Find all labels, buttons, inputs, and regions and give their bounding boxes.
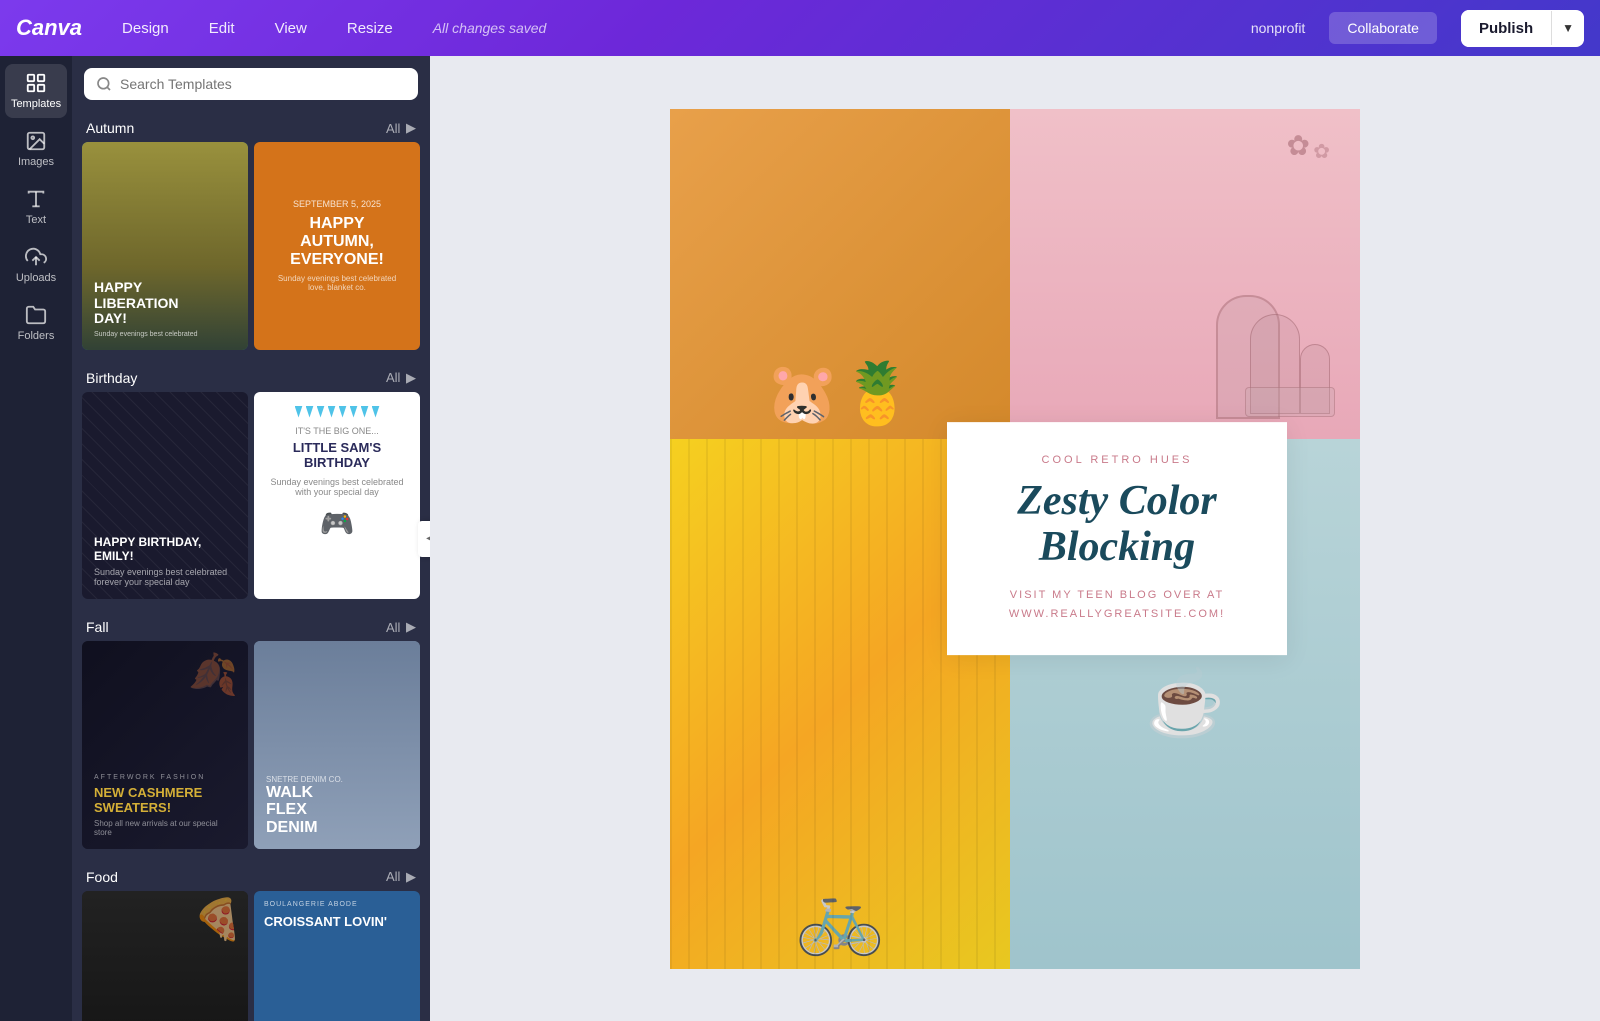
- text-label: Text: [26, 214, 46, 226]
- text-icon: [25, 188, 47, 210]
- folders-label: Folders: [18, 330, 55, 342]
- tpl-sub: Sunday evenings best celebratedwith your…: [270, 477, 403, 497]
- tpl-sub: Shop all new arrivals at our special sto…: [94, 819, 236, 837]
- saved-indicator: All changes saved: [433, 20, 547, 36]
- tpl-sub: Sunday evenings best celebratedlove, bla…: [278, 274, 396, 292]
- canvas-text-overlay[interactable]: COOL RETRO HUES Zesty ColorBlocking VISI…: [947, 422, 1287, 656]
- search-input[interactable]: [120, 76, 406, 92]
- nav-view[interactable]: View: [267, 16, 315, 41]
- grid-icon: [25, 72, 47, 94]
- template-card[interactable]: BOULANGERIE ABODE CROISSANT LOVIN' 🥐: [254, 891, 420, 1021]
- search-bar: [72, 56, 430, 112]
- overlay-body: VISIT MY TEEN BLOG OVER ATWWW.REALLYGREA…: [975, 586, 1259, 623]
- template-card[interactable]: 🍕 HAVE A SLICE! IT'S A PIZZA PARTY! Buy …: [82, 891, 248, 1021]
- sidebar-item-folders[interactable]: Folders: [5, 296, 67, 350]
- tpl-text: NEW CASHMERE SWEATERS!: [94, 785, 236, 815]
- autumn-grid: HAPPYLIBERATIONDAY! Sunday evenings best…: [72, 142, 430, 362]
- tpl-text: HAPPY BIRTHDAY, EMILY!: [94, 535, 236, 563]
- sidebar-item-templates[interactable]: Templates: [5, 64, 67, 118]
- autumn-all-link[interactable]: All ▶: [386, 120, 416, 136]
- sidebar-item-text[interactable]: Text: [5, 180, 67, 234]
- birthday-section-header: Birthday All ▶: [72, 362, 430, 392]
- canvas-area: ✿ ✿ COOL RETRO HUES Zesty ColorBlocking …: [430, 56, 1600, 1021]
- canvas-image-flowers[interactable]: ✿ ✿: [1010, 109, 1360, 439]
- birthday-grid: HAPPY BIRTHDAY, EMILY! Sunday evenings b…: [72, 392, 430, 612]
- folder-icon: [25, 304, 47, 326]
- fall-grid: 🍂 AFTERWORK FASHION NEW CASHMERE SWEATER…: [72, 641, 430, 861]
- birthday-title: Birthday: [86, 370, 137, 386]
- sidebar-item-images[interactable]: Images: [5, 122, 67, 176]
- tpl-text: WALKFLEXDENIM: [266, 784, 408, 837]
- fall-all-link[interactable]: All ▶: [386, 619, 416, 635]
- tpl-eyebrow: AFTERWORK FASHION: [94, 774, 236, 781]
- canva-logo[interactable]: Canva: [16, 15, 82, 41]
- birthday-all-link[interactable]: All ▶: [386, 370, 416, 386]
- hide-panel-button[interactable]: ◀: [418, 521, 430, 557]
- tpl-eyebrow: BOULANGERIE ABODE: [264, 901, 358, 908]
- tpl-eyebrow: IT'S THE BIG ONE...: [295, 426, 379, 436]
- food-title: Food: [86, 869, 118, 885]
- template-card[interactable]: 🍂 AFTERWORK FASHION NEW CASHMERE SWEATER…: [82, 641, 248, 849]
- canvas-image-pineapple[interactable]: [670, 109, 1010, 439]
- food-grid: 🍕 HAVE A SLICE! IT'S A PIZZA PARTY! Buy …: [72, 891, 430, 1021]
- search-icon: [96, 76, 112, 92]
- template-card[interactable]: IT'S THE BIG ONE... LITTLE SAM'S BIRTHDA…: [254, 392, 420, 600]
- tpl-date: SEPTEMBER 5, 2025: [293, 199, 381, 209]
- design-canvas: ✿ ✿ COOL RETRO HUES Zesty ColorBlocking …: [670, 109, 1360, 969]
- food-all-link[interactable]: All ▶: [386, 869, 416, 885]
- template-card[interactable]: SNETRE DENIM CO. WALKFLEXDENIM: [254, 641, 420, 849]
- images-label: Images: [18, 156, 54, 168]
- fall-title: Fall: [86, 619, 109, 635]
- food-section-header: Food All ▶: [72, 861, 430, 891]
- nav-design[interactable]: Design: [114, 16, 177, 41]
- tpl-small: SNETRE DENIM CO.: [266, 775, 408, 784]
- tpl-main: HAPPYAUTUMN,EVERYONE!: [290, 215, 384, 268]
- template-card[interactable]: SEPTEMBER 5, 2025 HAPPYAUTUMN,EVERYONE! …: [254, 142, 420, 350]
- topbar: Canva Design Edit View Resize All change…: [0, 0, 1600, 56]
- sidebar-item-uploads[interactable]: Uploads: [5, 238, 67, 292]
- nav-resize[interactable]: Resize: [339, 16, 401, 41]
- tpl-text: LITTLE SAM'S BIRTHDAY: [264, 440, 410, 471]
- autumn-title: Autumn: [86, 120, 134, 136]
- autumn-section-header: Autumn All ▶: [72, 112, 430, 142]
- icon-sidebar: Templates Images Text Uplo: [0, 56, 72, 1021]
- publish-dropdown-arrow[interactable]: ▼: [1551, 11, 1584, 45]
- publish-button-group: Publish ▼: [1461, 10, 1584, 47]
- templates-label: Templates: [11, 98, 61, 110]
- bday-flags: [295, 406, 380, 418]
- overlay-subtitle: COOL RETRO HUES: [975, 454, 1259, 466]
- template-card[interactable]: HAPPYLIBERATIONDAY! Sunday evenings best…: [82, 142, 248, 350]
- image-icon: [25, 130, 47, 152]
- overlay-title: Zesty ColorBlocking: [975, 478, 1259, 570]
- main-layout: Templates Images Text Uplo: [0, 56, 1600, 1021]
- tpl-sub: Sunday evenings best celebrated forever …: [94, 567, 236, 587]
- tpl-icon: 🎮: [320, 507, 355, 540]
- nav-edit[interactable]: Edit: [201, 16, 243, 41]
- template-card[interactable]: HAPPY BIRTHDAY, EMILY! Sunday evenings b…: [82, 392, 248, 600]
- templates-panel: Autumn All ▶ HAPPYLIBERATIONDAY! Sunday …: [72, 56, 430, 1021]
- publish-button[interactable]: Publish: [1461, 10, 1551, 47]
- tpl-text: CROISSANT LOVIN': [264, 914, 387, 930]
- search-input-wrap: [84, 68, 418, 100]
- tpl-text: HAPPYLIBERATIONDAY!: [94, 280, 198, 326]
- nonprofit-label: nonprofit: [1251, 20, 1305, 36]
- fall-section-header: Fall All ▶: [72, 611, 430, 641]
- upload-icon: [25, 246, 47, 268]
- collaborate-button[interactable]: Collaborate: [1329, 12, 1437, 44]
- uploads-label: Uploads: [16, 272, 56, 284]
- pizza-emoji: 🍕: [193, 896, 243, 943]
